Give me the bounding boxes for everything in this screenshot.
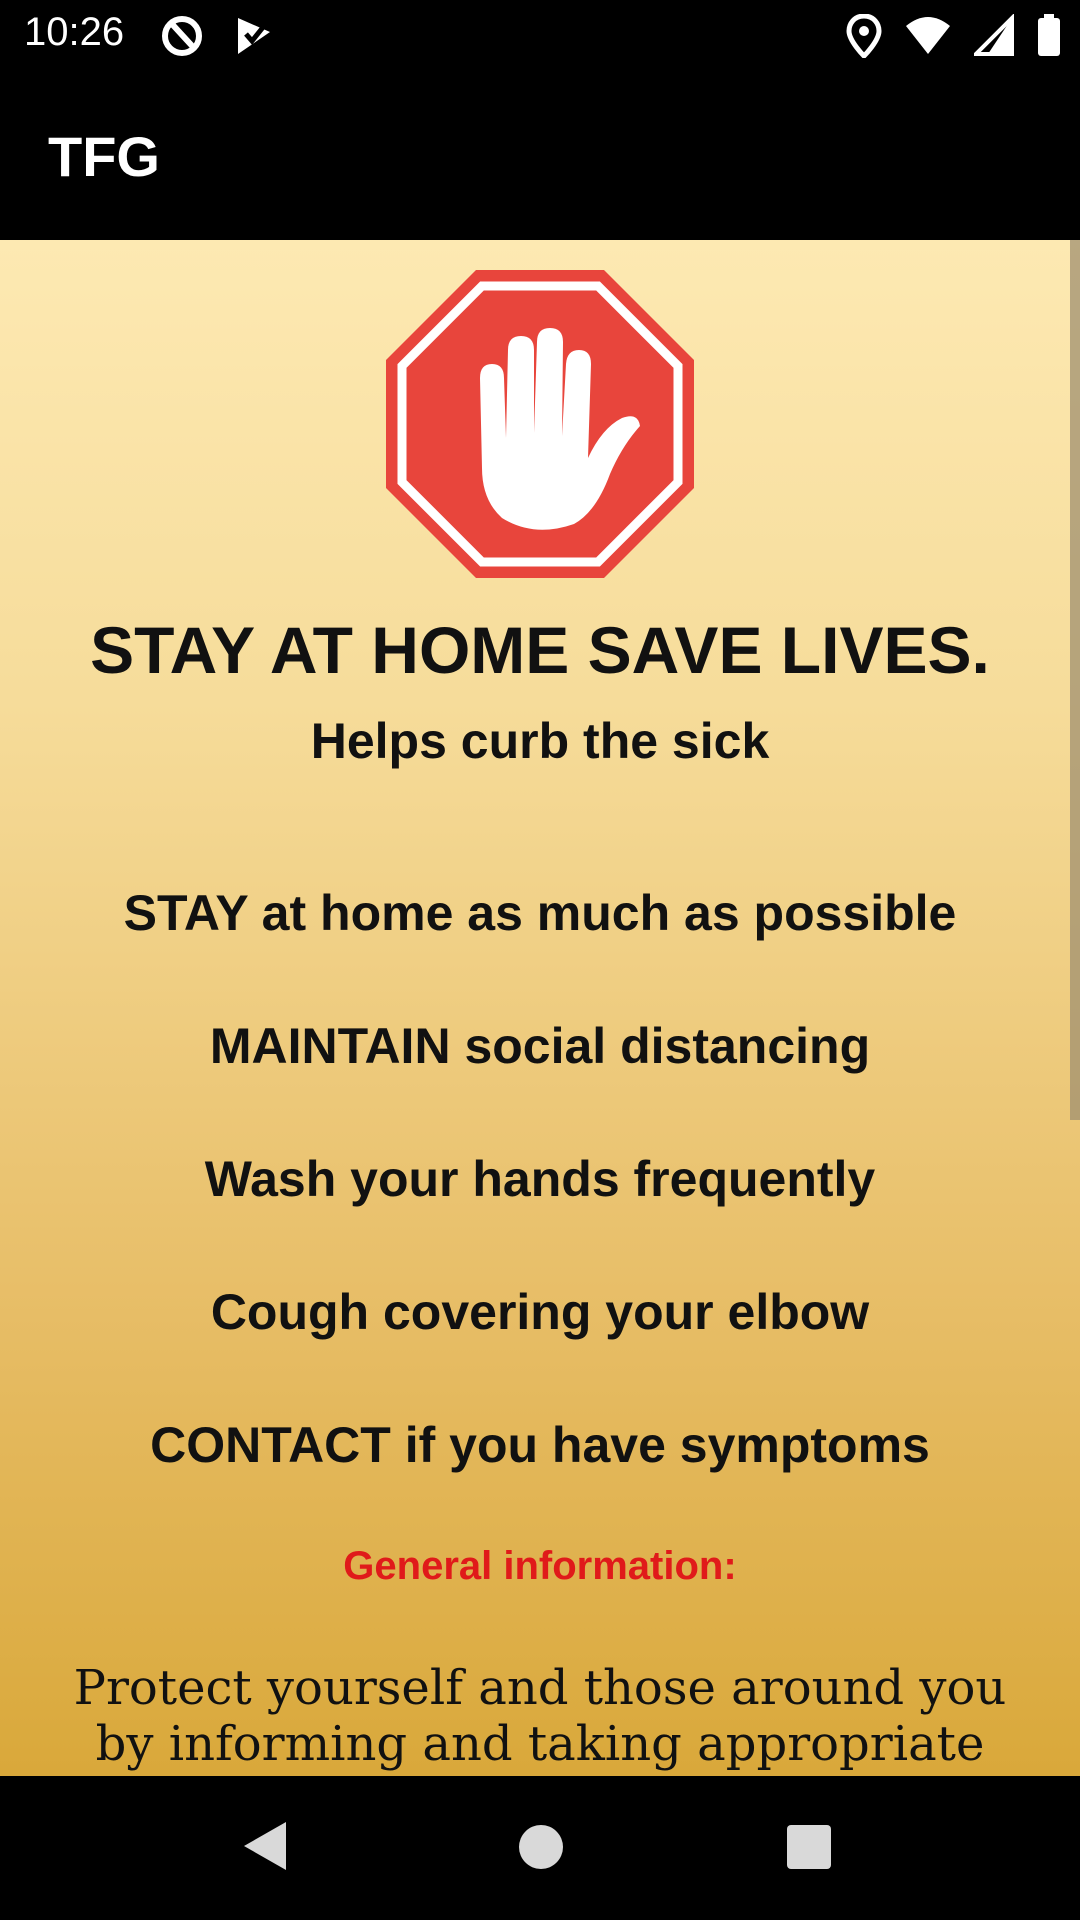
app-title: TFG bbox=[48, 125, 160, 188]
cell-signal-icon bbox=[971, 13, 1014, 62]
main-content[interactable]: STAY AT HOME SAVE LIVES. Helps curb the … bbox=[0, 240, 1080, 1776]
tip-item: CONTACT if you have symptoms bbox=[150, 1417, 930, 1473]
tip-item: STAY at home as much as possible bbox=[123, 885, 957, 941]
location-icon bbox=[846, 13, 882, 62]
tip-item: MAINTAIN social distancing bbox=[209, 1018, 871, 1074]
tip-item: Wash your hands frequently bbox=[204, 1151, 876, 1207]
app-bar: TFG bbox=[0, 72, 1080, 240]
subhead: Helps curb the sick bbox=[310, 713, 770, 769]
headline: STAY AT HOME SAVE LIVES. bbox=[90, 613, 990, 687]
home-icon[interactable] bbox=[518, 1824, 564, 1874]
nav-bar bbox=[0, 1776, 1080, 1920]
tip-item: Cough covering your elbow bbox=[210, 1284, 870, 1340]
wifi-icon bbox=[904, 14, 952, 62]
at-sign-icon bbox=[160, 14, 204, 62]
checkmark-icon bbox=[232, 14, 276, 62]
status-time: 10:26 bbox=[24, 10, 125, 54]
back-icon[interactable] bbox=[240, 1818, 290, 1878]
stop-hand-icon bbox=[384, 268, 696, 580]
general-info-title: General information: bbox=[343, 1544, 737, 1588]
battery-icon bbox=[1036, 14, 1062, 62]
general-info-body: Protect yourself and those around you by… bbox=[73, 1660, 1007, 1772]
status-bar: 10:26 bbox=[0, 0, 1080, 72]
recents-icon[interactable] bbox=[786, 1824, 832, 1874]
